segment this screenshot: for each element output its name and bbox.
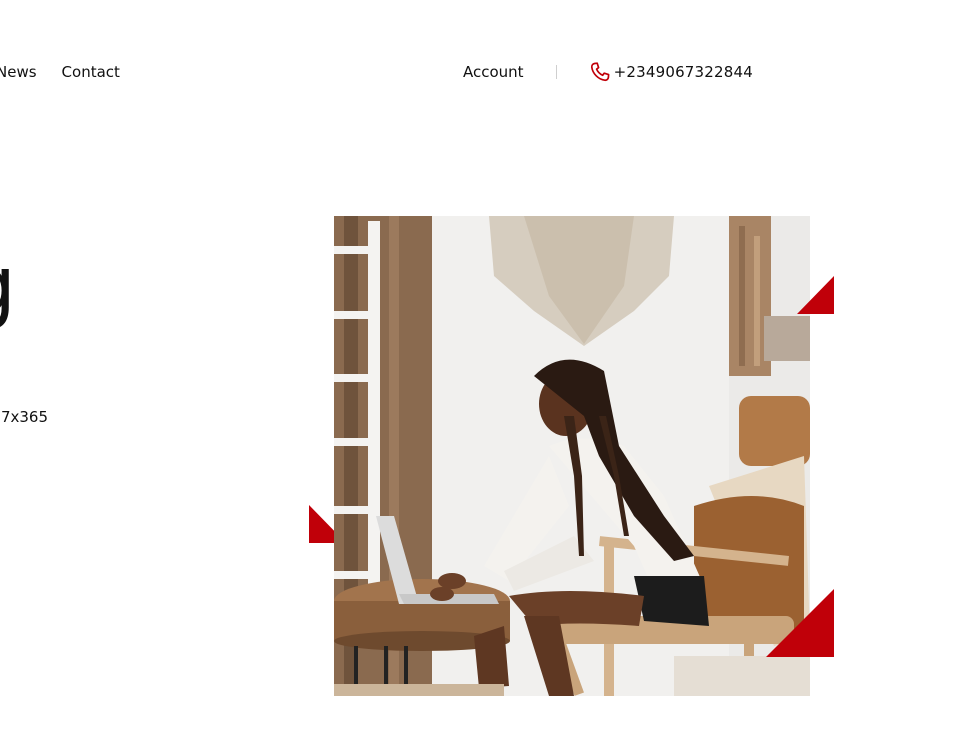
phone-number-link[interactable]: +2349067322844 bbox=[614, 61, 753, 83]
accent-triangle-top-right bbox=[797, 276, 834, 314]
main-nav: News Contact bbox=[0, 61, 120, 83]
accent-triangle-bottom-right bbox=[766, 589, 834, 657]
phone-icon bbox=[588, 60, 612, 84]
nav-item-contact[interactable]: Contact bbox=[62, 61, 120, 83]
header-divider bbox=[555, 65, 557, 79]
page: News Contact Account +2349067322844 g 7x… bbox=[0, 0, 967, 748]
hero-subtext: 7x365 bbox=[0, 408, 48, 426]
hero-heading: g bbox=[0, 236, 16, 336]
nav-item-news[interactable]: News bbox=[0, 61, 37, 83]
account-link[interactable]: Account bbox=[463, 61, 524, 83]
hero-photo bbox=[334, 216, 810, 696]
header-utilities: Account +2349067322844 bbox=[463, 61, 753, 83]
